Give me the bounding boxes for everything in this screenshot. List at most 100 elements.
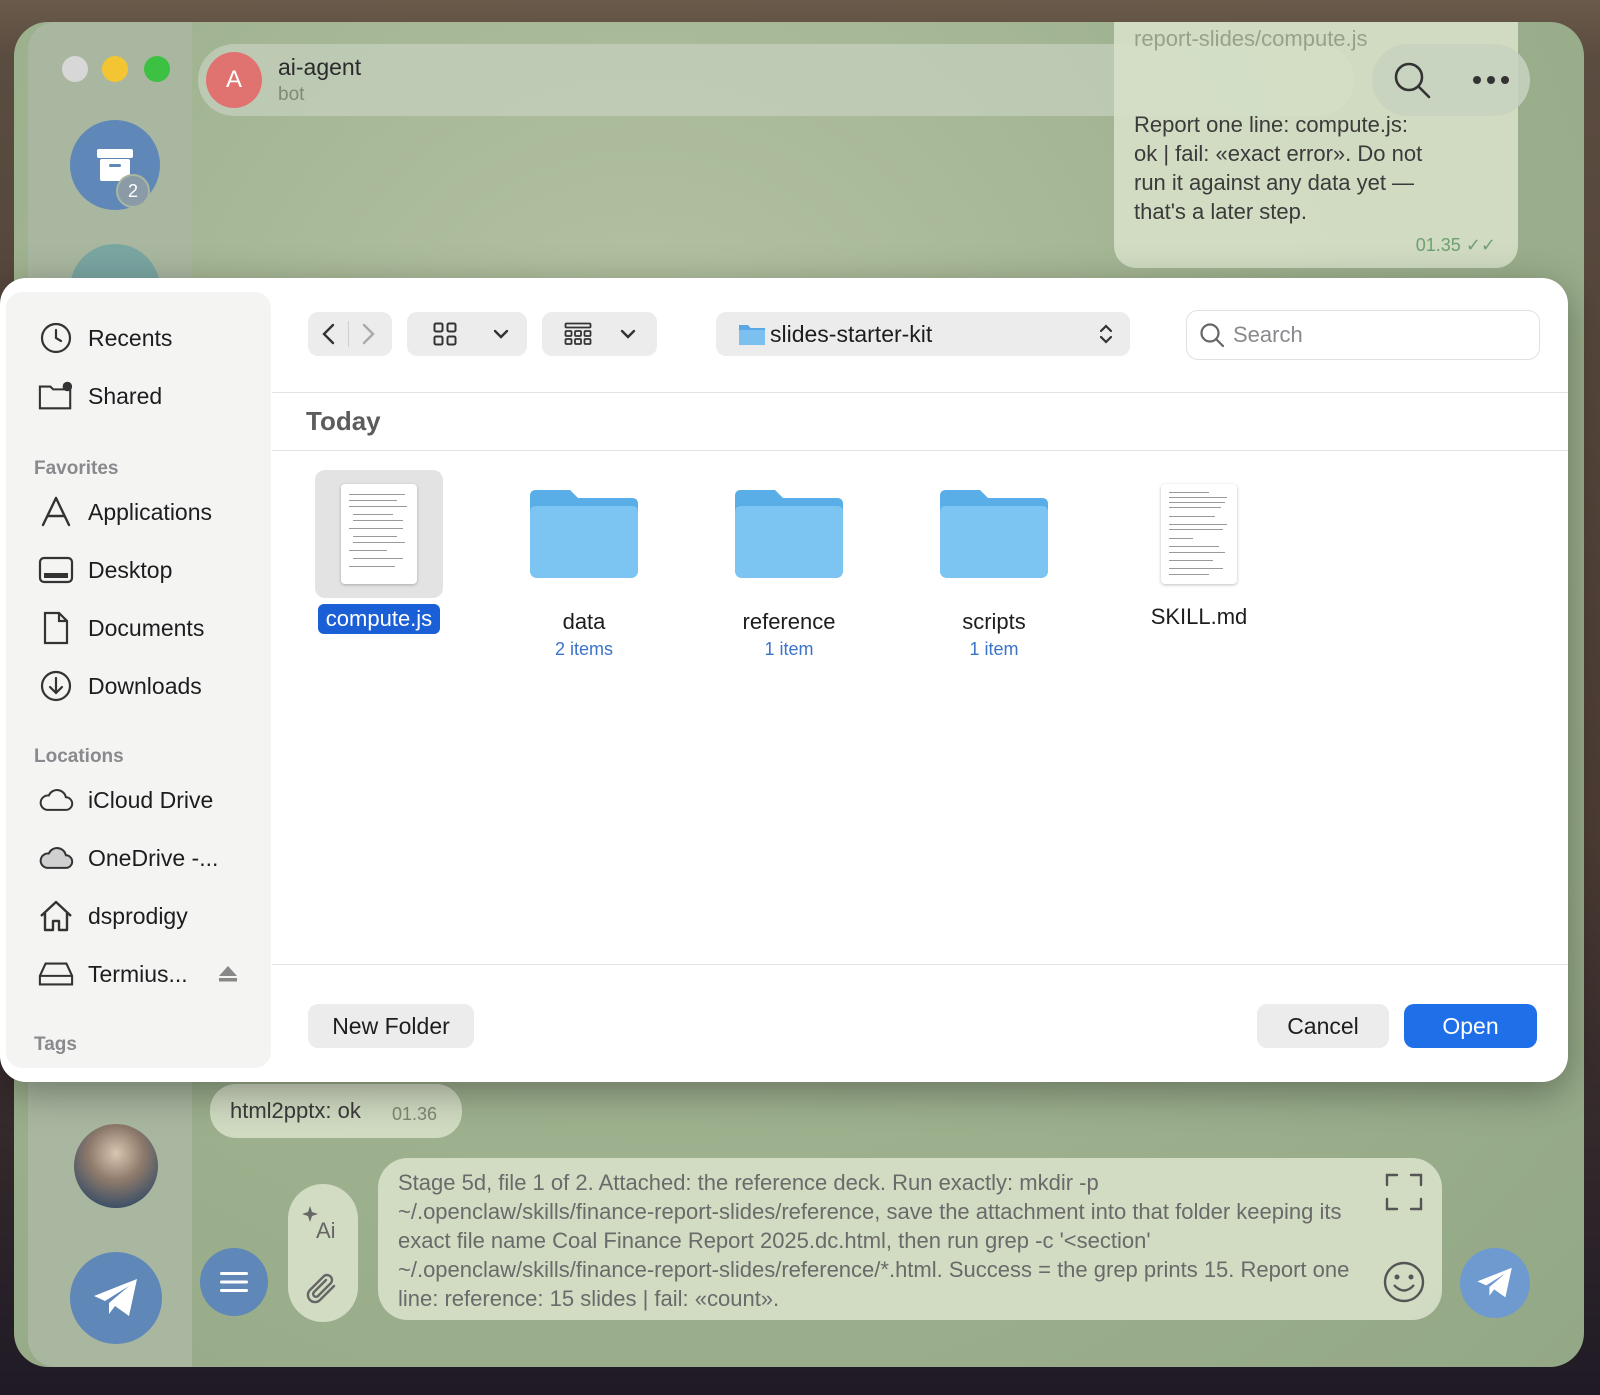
- home-icon: [38, 898, 74, 934]
- item-count: 1 item: [764, 639, 814, 659]
- archive-unread-badge: 2: [116, 174, 150, 208]
- file-item-skill-md[interactable]: SKILL.md: [1119, 470, 1279, 630]
- sidebar-item-label: Downloads: [88, 672, 202, 699]
- sidebar-item-recents[interactable]: Recents: [38, 318, 172, 358]
- document-thumbnail-icon: [341, 484, 417, 584]
- cloud-filled-icon: [38, 840, 74, 876]
- message-text: html2pptx: ok: [230, 1098, 361, 1123]
- sidebar-item-label: iCloud Drive: [88, 786, 214, 813]
- sidebar-item-label: Desktop: [88, 556, 173, 583]
- chat-avatar[interactable]: [74, 1124, 158, 1208]
- search-icon[interactable]: [1392, 60, 1432, 100]
- composer-side-actions: Ai: [288, 1184, 358, 1322]
- document-icon: [38, 610, 74, 646]
- folder-icon: [739, 325, 765, 345]
- cloud-icon: [38, 782, 74, 818]
- incoming-message: html2pptx: ok 01.36: [210, 1084, 462, 1138]
- window-minimize-button[interactable]: [102, 56, 128, 82]
- applications-icon: [38, 494, 74, 530]
- sidebar-item-label: Termius...: [88, 960, 188, 987]
- open-button[interactable]: Open: [1404, 1004, 1537, 1048]
- sidebar-section-tags: Tags: [34, 1034, 77, 1055]
- message-time: 01.35 ✓✓: [1416, 235, 1496, 256]
- file-name: compute.js: [317, 604, 441, 634]
- message-time: 01.36: [392, 1104, 438, 1124]
- eject-icon[interactable]: [218, 962, 238, 989]
- ai-sparkle-icon[interactable]: Ai: [302, 1202, 344, 1244]
- section-divider: [272, 450, 1568, 451]
- folder-icon: [940, 490, 1048, 578]
- telegram-chat-button[interactable]: [70, 1252, 162, 1344]
- chevron-left-icon[interactable]: [320, 322, 338, 346]
- attach-icon[interactable]: [304, 1270, 342, 1310]
- back-forward-control: [308, 312, 392, 356]
- message-time-text: 01.35: [1415, 235, 1461, 255]
- clock-icon: [38, 320, 74, 356]
- sidebar-item-desktop[interactable]: Desktop: [38, 550, 172, 590]
- shared-folder-icon: [38, 378, 74, 414]
- window-zoom-button[interactable]: [144, 56, 170, 82]
- send-button[interactable]: [1460, 1248, 1530, 1318]
- message-text: report-slides/compute.js: [1134, 26, 1368, 51]
- sidebar-item-shared[interactable]: Shared: [38, 376, 162, 416]
- search-field: [1186, 310, 1540, 360]
- emoji-icon[interactable]: [1382, 1260, 1426, 1304]
- sidebar-section-favorites: Favorites: [34, 458, 119, 479]
- chat-title: ai-agent: [278, 54, 362, 80]
- file-item-data[interactable]: data 2 items: [504, 470, 664, 660]
- location-popup[interactable]: slides-starter-kit: [716, 312, 1130, 356]
- search-input[interactable]: [1231, 319, 1525, 351]
- download-icon: [38, 668, 74, 704]
- expand-icon[interactable]: [1384, 1172, 1424, 1212]
- sidebar-item-home[interactable]: dsprodigy: [38, 896, 188, 936]
- sidebar-item-label: OneDrive -...: [88, 844, 219, 871]
- file-name: SKILL.md: [1150, 604, 1248, 629]
- document-thumbnail-icon: [1161, 484, 1237, 584]
- sidebar-section-locations: Locations: [34, 746, 124, 767]
- message-input[interactable]: Stage 5d, file 1 of 2. Attached: the ref…: [378, 1158, 1442, 1320]
- chevron-down-icon: [493, 329, 509, 339]
- double-check-icon: ✓✓: [1465, 235, 1496, 255]
- dialog-sidebar: Recents Shared Favorites Applications De…: [6, 292, 271, 1068]
- sidebar-item-downloads[interactable]: Downloads: [38, 666, 202, 706]
- desktop-icon: [38, 552, 74, 588]
- file-name: reference: [742, 609, 836, 634]
- menu-icon: [220, 1272, 248, 1292]
- location-label: slides-starter-kit: [770, 321, 933, 347]
- drive-icon: [38, 956, 74, 992]
- file-name: scripts: [962, 609, 1026, 634]
- file-item-scripts[interactable]: scripts 1 item: [914, 470, 1074, 660]
- sidebar-item-icloud-drive[interactable]: iCloud Drive: [38, 780, 213, 820]
- folder-icon: [530, 490, 638, 578]
- file-item-reference[interactable]: reference 1 item: [709, 470, 869, 660]
- file-name: data: [562, 609, 606, 634]
- grid-view-icon: [433, 322, 457, 346]
- bot-menu-button[interactable]: [200, 1248, 268, 1316]
- sidebar-item-label: Shared: [88, 382, 163, 409]
- chevron-right-icon[interactable]: [359, 322, 377, 346]
- group-by-button[interactable]: [542, 312, 657, 356]
- search-icon: [1200, 323, 1225, 348]
- chat-avatar: A: [206, 52, 262, 108]
- item-count: 1 item: [969, 639, 1019, 659]
- view-mode-button[interactable]: [407, 312, 527, 356]
- sidebar-item-documents[interactable]: Documents: [38, 608, 204, 648]
- sidebar-item-onedrive[interactable]: OneDrive -...: [38, 838, 218, 878]
- cancel-button[interactable]: Cancel: [1257, 1004, 1389, 1048]
- header-actions: [1372, 44, 1530, 116]
- paper-plane-icon: [1477, 1267, 1512, 1298]
- sidebar-item-termius[interactable]: Termius...: [38, 954, 248, 994]
- chat-status: bot: [278, 84, 305, 105]
- file-item-compute-js[interactable]: compute.js: [299, 470, 459, 634]
- paper-plane-icon: [94, 1279, 137, 1316]
- item-count: 2 items: [554, 639, 614, 659]
- sidebar-item-label: Documents: [88, 614, 205, 641]
- sidebar-item-applications[interactable]: Applications: [38, 492, 212, 532]
- sidebar-item-label: Recents: [88, 324, 173, 351]
- message-input-text[interactable]: Stage 5d, file 1 of 2. Attached: the ref…: [398, 1168, 1358, 1313]
- new-folder-button[interactable]: New Folder: [308, 1004, 474, 1048]
- svg-text:Ai: Ai: [316, 1218, 336, 1243]
- window-close-button[interactable]: [62, 56, 88, 82]
- group-grid-icon: [564, 322, 592, 345]
- more-icon[interactable]: [1471, 74, 1511, 86]
